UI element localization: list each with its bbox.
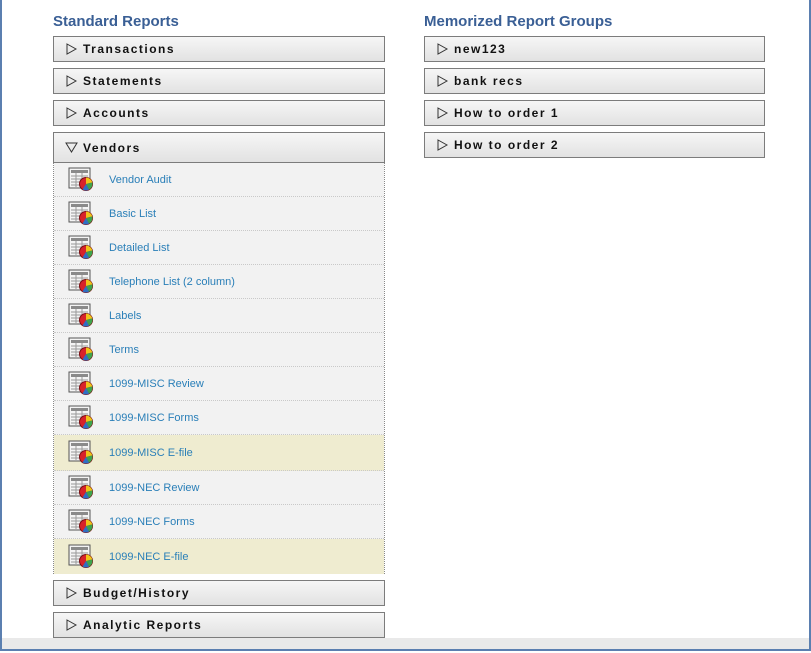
report-row[interactable]: 1099-NEC E-file	[54, 539, 384, 574]
group-analytic-reports[interactable]: Analytic Reports	[53, 612, 385, 638]
group-label: Vendors	[83, 140, 141, 155]
report-icon	[68, 337, 95, 362]
report-row[interactable]: Detailed List	[54, 231, 384, 265]
report-link[interactable]: 1099-MISC Forms	[109, 412, 199, 424]
report-icon	[68, 509, 95, 534]
group-label: Analytic Reports	[83, 618, 203, 632]
memorized-group-bank-recs[interactable]: bank recs	[424, 68, 765, 94]
report-row[interactable]: Telephone List (2 column)	[54, 265, 384, 299]
report-row[interactable]: 1099-NEC Review	[54, 471, 384, 505]
triangle-right-icon	[432, 36, 452, 62]
triangle-down-icon	[61, 135, 81, 161]
triangle-right-icon	[432, 68, 452, 94]
standard-reports-column: Standard Reports Transactions Statements…	[53, 0, 385, 644]
group-vendors[interactable]: Vendors	[53, 132, 385, 163]
report-link[interactable]: Telephone List (2 column)	[109, 276, 235, 288]
report-link[interactable]: 1099-MISC E-file	[109, 447, 193, 459]
report-icon	[68, 440, 95, 465]
report-link[interactable]: Terms	[109, 344, 139, 356]
group-label: Budget/History	[83, 586, 191, 600]
memorized-groups-title: Memorized Report Groups	[424, 13, 613, 30]
report-icon	[68, 475, 95, 500]
memorized-groups-column: Memorized Report Groups new123 bank recs…	[424, 0, 765, 164]
triangle-right-icon	[61, 100, 81, 126]
group-label: How to order 1	[454, 106, 560, 120]
triangle-right-icon	[61, 612, 81, 638]
report-link[interactable]: 1099-MISC Review	[109, 378, 204, 390]
group-label: Transactions	[83, 42, 176, 56]
report-row[interactable]: 1099-MISC Forms	[54, 401, 384, 435]
group-label: Statements	[83, 74, 163, 88]
report-row[interactable]: Terms	[54, 333, 384, 367]
group-statements[interactable]: Statements	[53, 68, 385, 94]
vendor-report-list: Vendor Audit Basic List Detailed List Telep…	[53, 163, 385, 574]
memorized-group-how-to-order-1[interactable]: How to order 1	[424, 100, 765, 126]
report-link[interactable]: Basic List	[109, 208, 156, 220]
group-label: new123	[454, 42, 507, 56]
report-icon	[68, 544, 95, 569]
report-link[interactable]: Vendor Audit	[109, 174, 171, 186]
triangle-right-icon	[61, 36, 81, 62]
report-row[interactable]: Basic List	[54, 197, 384, 231]
group-label: Accounts	[83, 106, 150, 120]
report-icon	[68, 201, 95, 226]
group-transactions[interactable]: Transactions	[53, 36, 385, 62]
report-icon	[68, 371, 95, 396]
triangle-right-icon	[432, 132, 452, 158]
group-label: How to order 2	[454, 138, 560, 152]
group-accounts[interactable]: Accounts	[53, 100, 385, 126]
triangle-right-icon	[432, 100, 452, 126]
report-icon	[68, 167, 95, 192]
report-link[interactable]: 1099-NEC E-file	[109, 551, 188, 563]
report-link[interactable]: 1099-NEC Review	[109, 482, 199, 494]
memorized-group-how-to-order-2[interactable]: How to order 2	[424, 132, 765, 158]
report-row[interactable]: 1099-NEC Forms	[54, 505, 384, 539]
report-link[interactable]: Labels	[109, 310, 141, 322]
report-icon	[68, 405, 95, 430]
report-row[interactable]: Labels	[54, 299, 384, 333]
report-row[interactable]: 1099-MISC Review	[54, 367, 384, 401]
group-budget-history[interactable]: Budget/History	[53, 580, 385, 606]
report-icon	[68, 269, 95, 294]
standard-reports-title: Standard Reports	[53, 13, 179, 30]
report-link[interactable]: 1099-NEC Forms	[109, 516, 195, 528]
report-row[interactable]: Vendor Audit	[54, 163, 384, 197]
report-link[interactable]: Detailed List	[109, 242, 170, 254]
triangle-right-icon	[61, 580, 81, 606]
memorized-group-new123[interactable]: new123	[424, 36, 765, 62]
triangle-right-icon	[61, 68, 81, 94]
report-row[interactable]: 1099-MISC E-file	[54, 435, 384, 471]
group-label: bank recs	[454, 74, 524, 88]
report-icon	[68, 235, 95, 260]
report-icon	[68, 303, 95, 328]
